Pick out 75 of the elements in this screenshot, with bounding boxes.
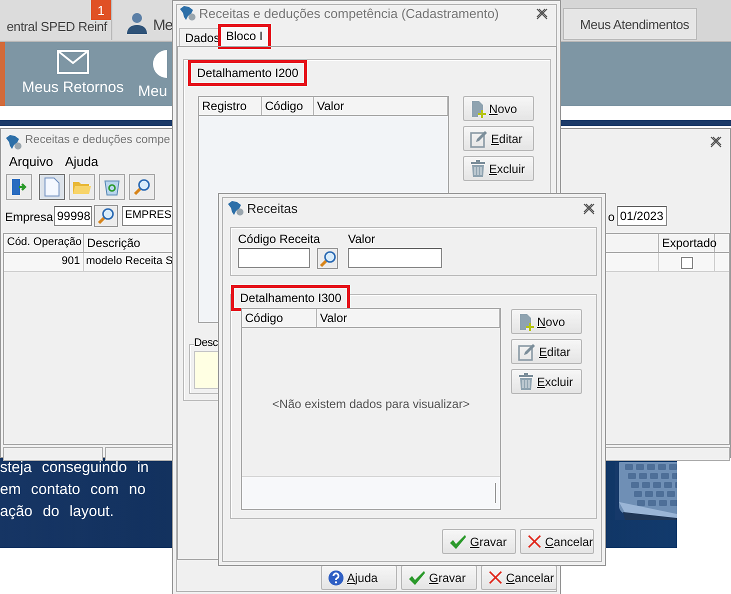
save-button[interactable]: Gravar <box>442 529 516 554</box>
window-title: Receitas e deduções compe <box>25 134 170 146</box>
document-plus-icon <box>518 312 534 330</box>
new-button[interactable]: Novo <box>511 309 582 334</box>
field-label: Código Receita <box>238 232 320 246</box>
help-icon <box>328 570 344 586</box>
web-tab[interactable]: Meus Atendimentos <box>563 8 697 40</box>
toolbar-button[interactable] <box>99 174 125 200</box>
checkbox[interactable] <box>680 257 692 269</box>
close-icon[interactable] <box>709 136 723 148</box>
search-icon <box>133 178 151 196</box>
window-title: Receitas <box>247 201 298 216</box>
person-icon <box>127 12 147 34</box>
notification-badge: 1 <box>91 0 111 20</box>
checkmark-icon <box>449 534 467 550</box>
field-label: Empresa <box>5 210 54 224</box>
folder-icon <box>72 179 92 195</box>
column-header: Código <box>242 309 317 327</box>
new-button[interactable]: Novo <box>463 96 534 121</box>
section-title: Desc <box>194 337 218 349</box>
section-title: Detalhamento I200 <box>188 60 308 86</box>
field-label: o <box>608 210 615 224</box>
document-icon <box>44 177 60 197</box>
cancel-button[interactable]: Cancelar <box>481 565 557 590</box>
window-title: Receitas e deduções competência (Cadastramento) <box>199 6 499 21</box>
save-button[interactable]: Gravar <box>401 565 477 590</box>
menu-item[interactable]: Arquivo <box>9 154 54 169</box>
search-button[interactable] <box>317 248 338 269</box>
column-header: Código <box>262 97 314 115</box>
column-header: Exportado <box>659 234 715 252</box>
search-icon <box>318 250 336 268</box>
tab[interactable]: Bloco I <box>220 26 269 47</box>
toolbar-button[interactable] <box>6 174 32 200</box>
recycle-bin-icon <box>103 178 121 196</box>
trash-icon <box>518 372 534 390</box>
toolbar-button[interactable] <box>129 174 155 200</box>
checkmark-icon <box>408 570 426 586</box>
input-field[interactable]: 01/2023 <box>617 206 667 226</box>
column-header: Valor <box>314 97 448 115</box>
close-icon[interactable] <box>582 203 596 215</box>
close-icon[interactable] <box>535 8 549 20</box>
app-icon <box>5 134 23 150</box>
app-icon <box>179 5 197 21</box>
document-plus-icon <box>470 100 486 118</box>
banner-text: steja conseguindo in <box>0 459 149 476</box>
delete-button[interactable]: Excluir <box>463 156 534 181</box>
edit-button[interactable]: Editar <box>463 126 534 151</box>
input-field[interactable] <box>348 248 442 268</box>
column-header: Registro <box>199 97 262 115</box>
app-icon <box>227 200 245 216</box>
edit-button[interactable]: Editar <box>511 339 582 364</box>
envelope-icon <box>56 50 89 74</box>
menu-item[interactable]: Ajuda <box>65 154 98 169</box>
pencil-icon <box>518 342 536 360</box>
cancel-button[interactable]: Cancelar <box>520 529 594 554</box>
input-field[interactable] <box>238 248 310 268</box>
banner-text: ação do layout. <box>0 503 114 520</box>
input-field[interactable]: 99998 <box>54 206 92 226</box>
banner-text: em contato com no <box>0 481 146 498</box>
pencil-icon <box>470 130 488 148</box>
exit-icon <box>10 178 28 196</box>
cross-icon <box>488 570 503 585</box>
table-cell: 901 <box>4 253 84 271</box>
search-button[interactable] <box>94 205 118 227</box>
search-icon <box>97 207 115 225</box>
column-header: Cód. Operação <box>4 234 84 252</box>
accent-strip <box>0 42 5 106</box>
toolbar-button[interactable] <box>39 174 65 200</box>
field-label: Valor <box>348 232 376 246</box>
trash-icon <box>470 160 486 178</box>
help-button[interactable]: Ajuda <box>321 565 397 590</box>
delete-button[interactable]: Excluir <box>511 369 582 394</box>
cross-icon <box>527 534 542 549</box>
empty-message: <Não existem dados para visualizar> <box>271 397 471 411</box>
column-header: Valor <box>317 309 500 327</box>
